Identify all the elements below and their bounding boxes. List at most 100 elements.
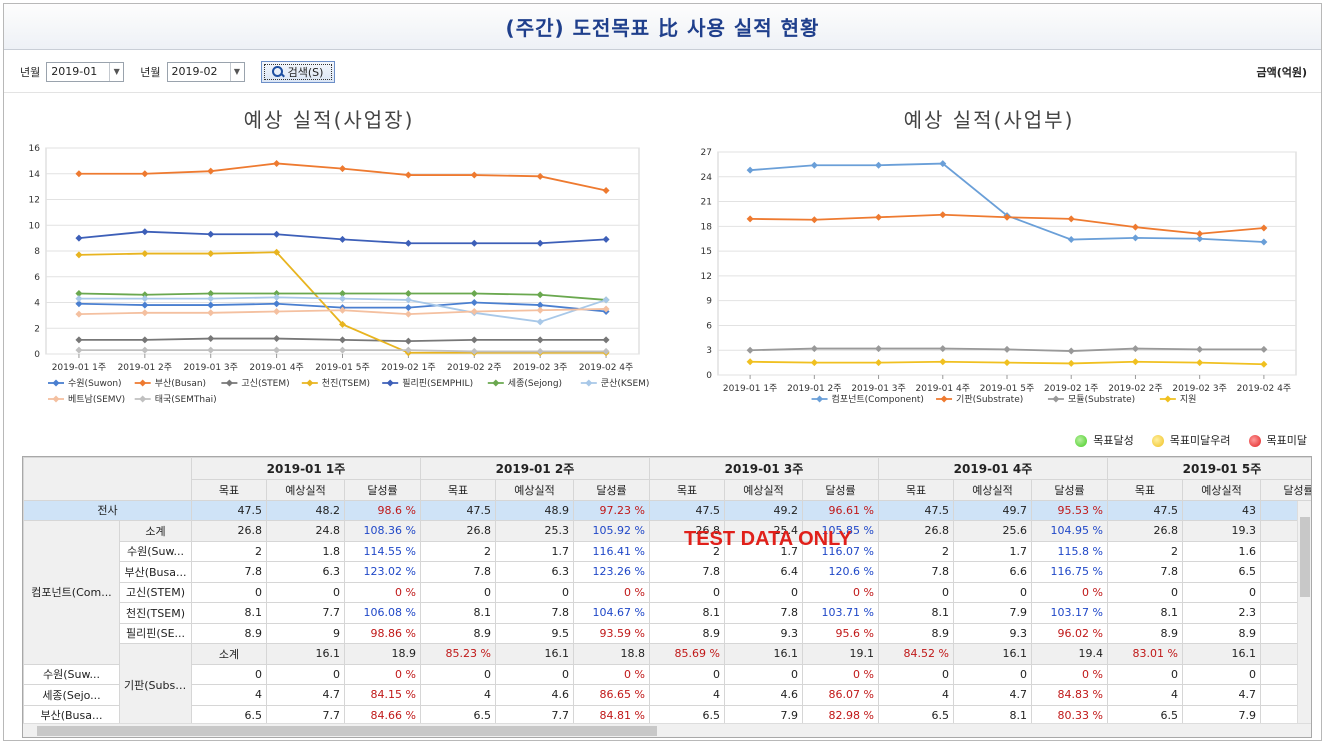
rate-cell[interactable]: 85.23 % — [420, 643, 496, 665]
target-cell[interactable]: 8.9 — [1107, 622, 1183, 644]
table-row[interactable]: 세종(Sejo... 4 4.7 84.15 % 4 4.6 86.65 % 4 4.6 86.0… — [23, 684, 1311, 706]
data-grid[interactable]: 2019-01 1주 2019-01 2주 2019-01 3주 2019-01 4주… — [22, 456, 1312, 738]
target-cell[interactable]: 7.8 — [1107, 561, 1183, 583]
period-header[interactable]: 2019-01 5주 — [1107, 457, 1311, 480]
rate-cell[interactable]: 115.8 % — [1031, 540, 1108, 562]
rate-cell[interactable]: 83.01 % — [1107, 643, 1183, 665]
column-header[interactable]: 목표 — [191, 479, 267, 501]
rate-cell[interactable]: 96.02 % — [1031, 622, 1108, 644]
period-header[interactable]: 2019-01 4주 — [878, 457, 1108, 480]
rate-cell[interactable]: 84.52 % — [878, 643, 954, 665]
forecast-cell[interactable]: 18.9 — [344, 643, 421, 665]
forecast-cell[interactable]: 1.8 — [266, 540, 345, 562]
table-row[interactable]: 수원(Suw... 0 0 0 % 0 0 0 % 0 0 0 % 0 0 0 % 0 0 — [23, 663, 1311, 685]
target-cell[interactable]: 8.1 — [649, 602, 725, 624]
search-button[interactable]: 검색(S) — [260, 60, 335, 83]
forecast-cell[interactable]: 4.6 — [495, 684, 574, 706]
target-cell[interactable]: 26.8 — [878, 520, 954, 542]
forecast-cell[interactable]: 48.2 — [266, 499, 345, 521]
rate-cell[interactable]: 120.6 % — [802, 561, 879, 583]
column-header[interactable]: 목표 — [878, 479, 954, 501]
target-cell[interactable]: 47.5 — [1107, 499, 1183, 521]
column-header[interactable]: 예상실적 — [495, 479, 574, 501]
target-cell[interactable]: 4 — [1107, 684, 1183, 706]
target-cell[interactable]: 16.1 — [953, 643, 1032, 665]
forecast-cell[interactable]: 1.7 — [495, 540, 574, 562]
target-cell[interactable]: 7.8 — [191, 561, 267, 583]
rate-cell[interactable]: 0 % — [573, 581, 650, 603]
column-header[interactable]: 예상실적 — [724, 479, 803, 501]
table-row[interactable]: 필리핀(SE... 8.9 9 98.86 % 8.9 9.5 93.59 % 8.9 9.3 9… — [24, 622, 1311, 644]
chevron-down-icon[interactable]: ▼ — [109, 62, 123, 81]
target-cell[interactable]: 8.9 — [878, 622, 954, 644]
target-cell[interactable]: 7.8 — [878, 561, 954, 583]
rate-cell[interactable]: 108.36 % — [344, 520, 421, 542]
forecast-cell[interactable]: 0 — [724, 663, 803, 685]
forecast-cell[interactable]: 0 — [266, 581, 345, 603]
target-cell[interactable]: 16.1 — [724, 643, 803, 665]
column-header[interactable]: 목표 — [420, 479, 496, 501]
forecast-cell[interactable]: 6.3 — [266, 561, 345, 583]
rate-cell[interactable]: 86.65 % — [573, 684, 650, 706]
target-cell[interactable]: 0 — [191, 663, 267, 685]
table-row[interactable]: 기판(Substrate)소계16.118.985.23 %16.118.885… — [24, 643, 1311, 726]
target-cell[interactable]: 26.8 — [1107, 520, 1183, 542]
forecast-cell[interactable]: 9.5 — [495, 622, 574, 644]
column-header[interactable]: 목표 — [649, 479, 725, 501]
target-cell[interactable]: 16.1 — [1182, 643, 1261, 665]
from-month-select[interactable]: 2019-01 ▼ — [46, 61, 125, 82]
rate-cell[interactable]: 114.55 % — [344, 540, 421, 562]
target-cell[interactable]: 0 — [878, 581, 954, 603]
rate-cell[interactable]: 95.6 % — [802, 622, 879, 644]
forecast-cell[interactable]: 7.9 — [953, 602, 1032, 624]
table-row[interactable]: 전사 47.5 48.2 98.6 % 47.5 48.9 97.23 % 47.5 49.2 9… — [23, 499, 1311, 521]
rate-cell[interactable]: 98.86 % — [344, 622, 421, 644]
rate-cell[interactable]: 0 % — [344, 581, 421, 603]
vertical-scrollbar[interactable] — [1297, 501, 1311, 723]
forecast-cell[interactable]: 4.7 — [1182, 684, 1261, 706]
table-row[interactable]: 부산(Busa... 7.8 6.3 123.02 % 7.8 6.3 123.26 % 7.… — [24, 561, 1311, 583]
forecast-cell[interactable]: 1.7 — [953, 540, 1032, 562]
rate-cell[interactable]: 96.61 % — [802, 499, 879, 521]
rate-cell[interactable]: 0 % — [802, 663, 879, 685]
forecast-cell[interactable]: 9 — [266, 622, 345, 644]
forecast-cell[interactable]: 6.4 — [724, 561, 803, 583]
forecast-cell[interactable]: 25.3 — [495, 520, 574, 542]
column-header[interactable]: 달성률 — [573, 479, 650, 501]
forecast-cell[interactable]: 2.3 — [1182, 602, 1261, 624]
target-cell[interactable]: 0 — [1107, 663, 1183, 685]
table-row[interactable]: 컴포넌트(Com... 소계 26.8 24.8 108.36 % 26.8 25.3 105… — [23, 520, 1311, 665]
forecast-cell[interactable]: 0 — [495, 581, 574, 603]
target-cell[interactable]: 0 — [878, 663, 954, 685]
forecast-cell[interactable]: 19.1 — [802, 643, 879, 665]
forecast-cell[interactable]: 1.6 — [1182, 540, 1261, 562]
rate-cell[interactable]: 85.69 % — [649, 643, 725, 665]
forecast-cell[interactable]: 7.7 — [266, 602, 345, 624]
forecast-cell[interactable]: 7.8 — [724, 602, 803, 624]
forecast-cell[interactable]: 0 — [953, 663, 1032, 685]
forecast-cell[interactable]: 9.3 — [953, 622, 1032, 644]
horizontal-scrollbar[interactable] — [23, 723, 1311, 737]
target-cell[interactable]: 8.9 — [420, 622, 496, 644]
column-header[interactable]: 목표 — [1107, 479, 1183, 501]
target-cell[interactable]: 2 — [878, 540, 954, 562]
forecast-cell[interactable]: 6.6 — [953, 561, 1032, 583]
target-cell[interactable]: 8.1 — [420, 602, 496, 624]
target-cell[interactable]: 0 — [649, 663, 725, 685]
forecast-cell[interactable]: 0 — [724, 581, 803, 603]
chevron-down-icon[interactable]: ▼ — [229, 62, 244, 81]
rate-cell[interactable]: 93.59 % — [573, 622, 650, 644]
target-cell[interactable]: 26.8 — [420, 520, 496, 542]
period-header[interactable]: 2019-01 2주 — [420, 457, 650, 480]
forecast-cell[interactable]: 19.4 — [1031, 643, 1108, 665]
forecast-cell[interactable]: 0 — [953, 581, 1032, 603]
rate-cell[interactable]: 103.71 % — [802, 602, 879, 624]
rate-cell[interactable]: 97.23 % — [573, 499, 650, 521]
target-cell[interactable]: 4 — [420, 684, 496, 706]
vertical-scroll-thumb[interactable] — [1300, 517, 1310, 597]
period-header[interactable]: 2019-01 1주 — [191, 457, 421, 480]
forecast-cell[interactable]: 25.6 — [953, 520, 1032, 542]
target-cell[interactable]: 47.5 — [878, 499, 954, 521]
column-header[interactable]: 달성률 — [1260, 479, 1311, 501]
rate-cell[interactable]: 0 % — [1031, 581, 1108, 603]
